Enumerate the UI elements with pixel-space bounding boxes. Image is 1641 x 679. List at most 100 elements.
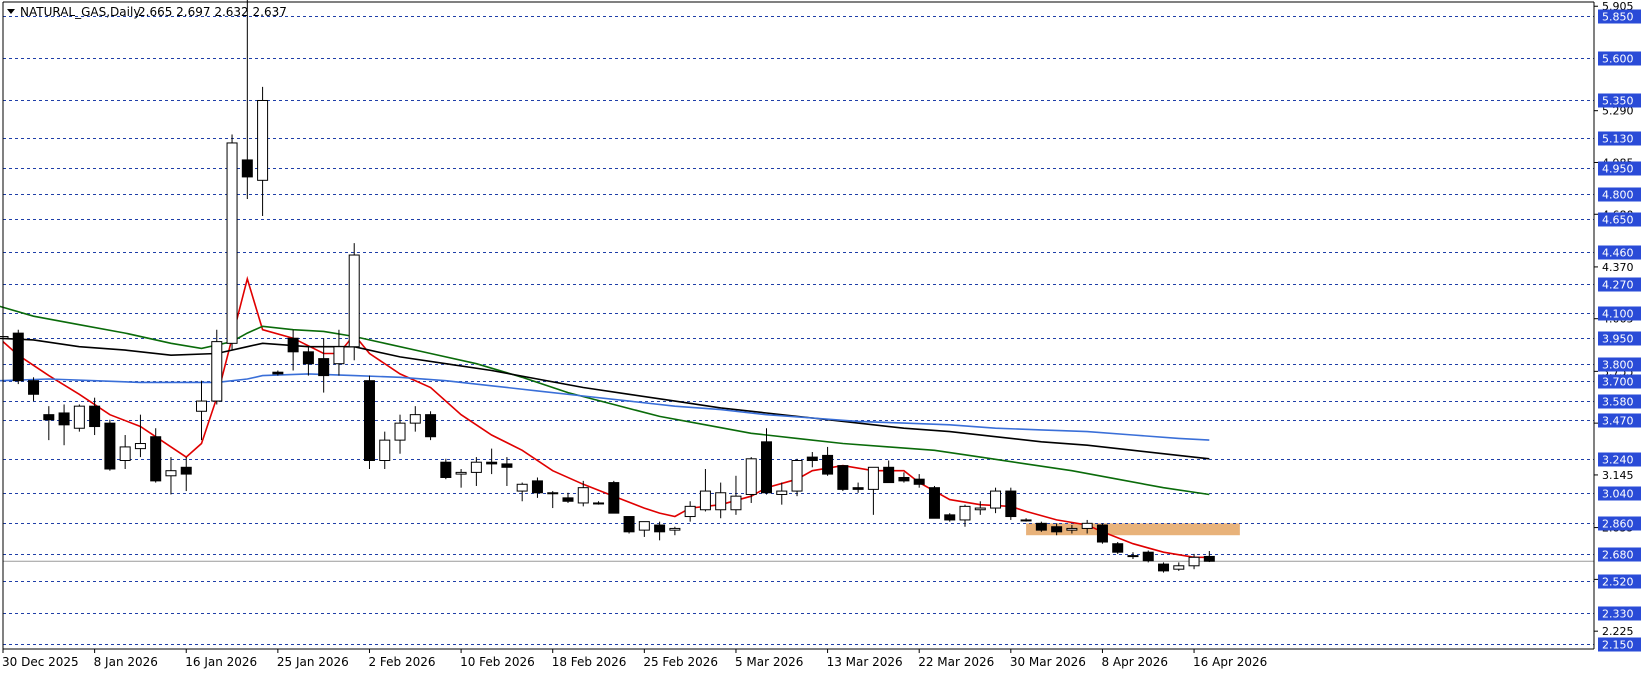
candle-body-bullish [745,458,757,495]
candle-body-bearish [761,441,772,494]
level-label: 4.800 [1602,189,1634,202]
time-tick-label: 2 Feb 2026 [368,655,435,669]
candle-body-bearish [302,351,314,365]
candle-body-bullish [959,505,971,521]
level-label: 4.270 [1602,279,1634,292]
candle-body-bullish [1081,522,1093,529]
candle [241,0,253,199]
candle-body-bullish [547,492,559,495]
candle-body-bullish [455,471,467,475]
candle-body-bullish [577,487,589,504]
time-tick-label: 10 Feb 2026 [460,655,535,669]
candle [913,474,925,488]
candle-body-bearish [241,159,253,178]
candle [302,346,314,376]
candle [425,411,437,441]
time-tick-label: 16 Jan 2026 [185,655,257,669]
level-label: 2.680 [1602,549,1634,562]
candle-body-bearish [944,514,956,521]
time-tick-label: 8 Jan 2026 [94,655,158,669]
candle [638,521,650,537]
candle-body-bearish [837,465,849,490]
candle [806,452,818,468]
candle [1005,487,1017,520]
time-tick-label: 13 Mar 2026 [827,655,903,669]
candle [409,406,421,432]
candle [119,435,131,469]
candle-body-bearish [608,482,620,514]
level-label: 3.580 [1602,396,1634,409]
candle [852,482,864,493]
candle-body-bullish [699,490,711,511]
candle [531,477,543,498]
candle [1096,523,1108,544]
candle [822,446,834,476]
candle [1203,551,1215,563]
candle-body-bullish [394,422,406,441]
candle [470,457,482,486]
level-label: 4.100 [1602,308,1634,321]
candle-body-bearish [318,358,330,377]
level-label: 5.600 [1602,53,1634,66]
candles-layer [0,0,1215,573]
level-lines-layer [3,16,1594,645]
candle [1127,552,1139,559]
candle-body-bullish [730,495,742,511]
candle-body-bearish [1051,526,1063,533]
candle-body-bullish [669,527,681,531]
triangle-down-icon[interactable] [7,9,15,14]
candle-body-bullish [134,443,146,450]
candle [1173,562,1185,571]
candle [1112,542,1124,554]
candle-body-bearish [150,436,162,482]
candle [333,329,345,376]
candle [837,465,849,492]
candle [730,475,742,515]
candle [577,480,589,507]
candle [28,377,40,402]
candle-body-bullish [333,346,345,365]
chart-canvas[interactable]: 5.9055.2904.9854.6804.3704.0653.7553.450… [0,0,1641,675]
price-tick-label: 4.370 [1602,261,1634,274]
candle-body-bullish [715,492,727,511]
candle [761,428,772,495]
candle [348,243,360,361]
candlestick-chart[interactable]: 5.9055.2904.9854.6804.3704.0653.7553.450… [0,0,1641,675]
candle-body-bearish [440,461,452,478]
candle [669,526,681,536]
candle-body-bearish [1158,563,1170,572]
time-tick-label: 30 Dec 2025 [2,655,79,669]
level-label: 3.950 [1602,333,1634,346]
candle [974,501,986,515]
candle [867,466,879,515]
candle-body-bullish [211,341,223,402]
candle-body-bullish [348,254,360,348]
candle [58,404,70,446]
level-label: 2.860 [1602,518,1634,531]
level-label: 3.240 [1602,454,1634,467]
candle [501,457,513,486]
candle [654,521,666,541]
candle-body-bullish [1188,556,1200,567]
level-label: 4.950 [1602,163,1634,176]
symbol-label: NATURAL_GAS,Daily [20,5,140,19]
candle-body-bearish [287,337,299,353]
candle [211,329,223,405]
moving-average-line [0,305,1210,496]
candle-body-bearish [43,414,55,421]
candle [516,482,528,502]
time-tick-label: 5 Mar 2026 [735,655,803,669]
candle-body-bearish [28,380,40,395]
candle-body-bearish [104,422,116,470]
time-tick-label: 25 Feb 2026 [643,655,718,669]
candle-body-bullish [990,490,1002,509]
level-label: 2.150 [1602,639,1634,652]
time-tick-label: 18 Feb 2026 [552,655,627,669]
candle-body-bullish [165,470,177,477]
candle [363,375,375,469]
candle [226,134,238,351]
candle-body-bearish [654,524,666,533]
candle [990,487,1002,514]
candle-body-bearish [898,476,910,482]
candle-body-bearish [1005,490,1017,518]
